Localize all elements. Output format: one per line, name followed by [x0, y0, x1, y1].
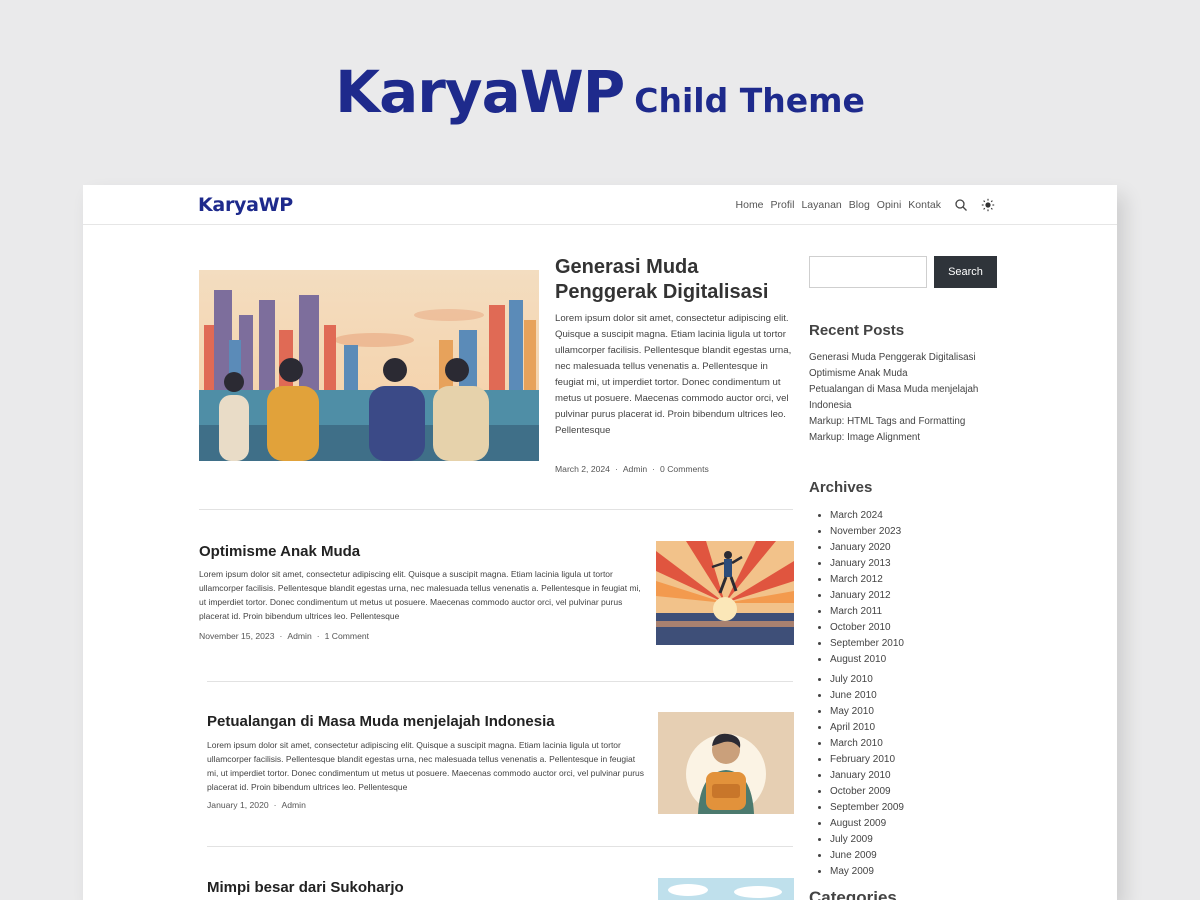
categories-title: Categories [809, 888, 897, 900]
post-title[interactable]: Petualangan di Masa Muda menjelajah Indo… [207, 713, 555, 730]
post-comments[interactable]: 1 Comment [325, 631, 369, 641]
featured-image[interactable] [199, 270, 539, 461]
website-screenshot: KaryaWP Home Profil Layanan Blog Opini K… [83, 185, 1117, 900]
main-nav: Home Profil Layanan Blog Opini Kontak [736, 198, 995, 212]
archives-title: Archives [809, 479, 873, 496]
recent-post-link[interactable]: Petualangan di Masa Muda menjelajah Indo… [809, 382, 999, 414]
post-date[interactable]: November 15, 2023 [199, 631, 274, 641]
archive-link[interactable]: January 2020 [830, 540, 904, 556]
archive-link[interactable]: January 2013 [830, 556, 904, 572]
sun-icon[interactable] [981, 198, 995, 212]
nav-home[interactable]: Home [736, 199, 764, 211]
site-logo[interactable]: KaryaWP [198, 194, 293, 216]
post-title[interactable]: Mimpi besar dari Sukoharjo [207, 879, 404, 896]
archive-link[interactable]: June 2009 [830, 848, 904, 864]
post-meta: January 1, 2020 · Admin [207, 800, 306, 810]
post-excerpt: Lorem ipsum dolor sit amet, consectetur … [207, 740, 645, 792]
featured-title[interactable]: Generasi Muda Penggerak Digitalisasi [555, 255, 795, 305]
archive-link[interactable]: July 2009 [830, 832, 904, 848]
archive-link[interactable]: June 2010 [830, 688, 904, 704]
nav-kontak[interactable]: Kontak [908, 199, 941, 211]
archive-link[interactable]: August 2010 [830, 652, 904, 668]
post-author[interactable]: Admin [623, 464, 647, 474]
post-date[interactable]: January 1, 2020 [207, 800, 269, 810]
archive-link[interactable]: September 2009 [830, 800, 904, 816]
post-thumbnail[interactable] [658, 878, 794, 900]
archive-link[interactable]: March 2011 [830, 604, 904, 620]
archive-link[interactable]: October 2010 [830, 620, 904, 636]
archive-link[interactable]: February 2010 [830, 752, 904, 768]
archives-list: March 2024 November 2023 January 2020 Ja… [830, 508, 904, 880]
promo-heading: KaryaWP Child Theme [0, 58, 1200, 126]
recent-post-link[interactable]: Generasi Muda Penggerak Digitalisasi [809, 350, 999, 366]
archive-link[interactable]: September 2010 [830, 636, 904, 652]
divider [207, 681, 793, 682]
nav-blog[interactable]: Blog [849, 199, 870, 211]
nav-profil[interactable]: Profil [771, 199, 795, 211]
archive-link[interactable]: July 2010 [830, 672, 904, 688]
featured-excerpt: Lorem ipsum dolor sit amet, consectetur … [555, 313, 792, 436]
archive-link[interactable]: March 2024 [830, 508, 904, 524]
post-title[interactable]: Optimisme Anak Muda [199, 543, 360, 560]
archive-link[interactable]: November 2023 [830, 524, 904, 540]
divider [199, 509, 793, 510]
recent-post-link[interactable]: Optimisme Anak Muda [809, 366, 999, 382]
divider [207, 846, 793, 847]
nav-layanan[interactable]: Layanan [801, 199, 841, 211]
recent-post-link[interactable]: Markup: Image Alignment [809, 430, 999, 446]
recent-post-link[interactable]: Markup: HTML Tags and Formatting [809, 414, 999, 430]
featured-meta: March 2, 2024 · Admin · 0 Comments [555, 464, 709, 474]
promo-brand: KaryaWP [335, 58, 625, 126]
search-button[interactable]: Search [934, 256, 997, 288]
post-date[interactable]: March 2, 2024 [555, 464, 610, 474]
archive-link[interactable]: May 2010 [830, 704, 904, 720]
archive-link[interactable]: October 2009 [830, 784, 904, 800]
post-author[interactable]: Admin [287, 631, 311, 641]
site-header: KaryaWP Home Profil Layanan Blog Opini K… [83, 185, 1117, 225]
archive-link[interactable]: March 2012 [830, 572, 904, 588]
search-icon[interactable] [954, 198, 968, 212]
archive-link[interactable]: May 2009 [830, 864, 904, 880]
post-thumbnail[interactable] [656, 541, 794, 645]
post-excerpt: Lorem ipsum dolor sit amet, consectetur … [199, 569, 641, 621]
recent-posts-title: Recent Posts [809, 322, 905, 339]
archive-link[interactable]: August 2009 [830, 816, 904, 832]
archive-link[interactable]: March 2010 [830, 736, 904, 752]
promo-subtitle: Child Theme [634, 81, 865, 120]
archive-link[interactable]: January 2010 [830, 768, 904, 784]
nav-opini[interactable]: Opini [877, 199, 902, 211]
search-input[interactable] [809, 256, 927, 288]
post-meta: November 15, 2023 · Admin · 1 Comment [199, 631, 370, 641]
post-author[interactable]: Admin [282, 800, 306, 810]
post-comments[interactable]: 0 Comments [660, 464, 709, 474]
recent-posts-list: Generasi Muda Penggerak Digitalisasi Opt… [809, 350, 999, 446]
archive-link[interactable]: April 2010 [830, 720, 904, 736]
archive-link[interactable]: January 2012 [830, 588, 904, 604]
post-thumbnail[interactable] [658, 712, 794, 814]
